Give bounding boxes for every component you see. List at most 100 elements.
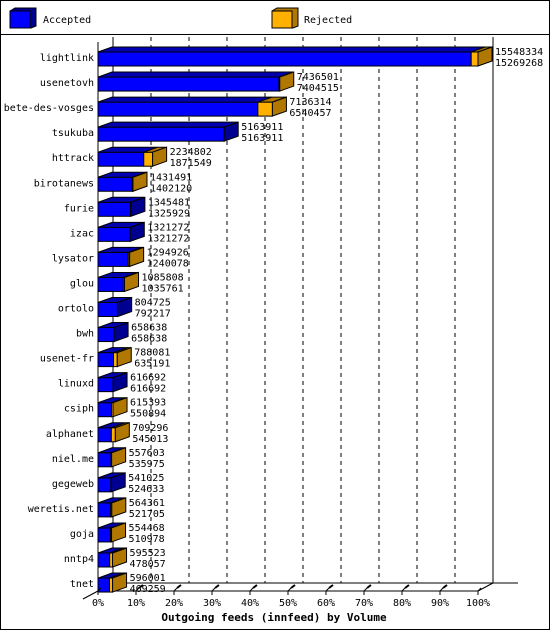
value-label-accepted: 535975 xyxy=(129,459,165,470)
value-label-total: 2234802 xyxy=(170,147,212,158)
bar-accepted-front xyxy=(97,477,112,493)
bar-accepted-top xyxy=(97,71,294,78)
bar-group-tsukuba xyxy=(97,121,239,142)
bar-accepted-front xyxy=(97,126,225,142)
value-label-accepted: 469259 xyxy=(130,584,166,595)
value-label-accepted: 1402120 xyxy=(150,183,192,194)
grid-floor-mark-50 xyxy=(290,584,296,589)
value-label-accepted: 510978 xyxy=(129,534,165,545)
value-label-accepted: 658638 xyxy=(131,334,167,345)
bar-group-alphanet xyxy=(97,422,130,443)
legend-rejected-swatch xyxy=(271,10,293,29)
value-label-total: 1321272 xyxy=(147,222,189,233)
bar-accepted-front xyxy=(97,402,112,418)
bar-group-bwh xyxy=(97,321,129,343)
value-label-accepted: 792217 xyxy=(135,309,171,320)
bar-rejected-front xyxy=(113,352,118,368)
value-label-total: 15548334 xyxy=(495,47,543,58)
category-labels: lightlink usenetovh bete-des-vosges tsukuba… xyxy=(4,53,94,590)
bar-accepted-top xyxy=(97,46,486,53)
bar-group-usenetovh xyxy=(97,71,295,92)
value-label-accepted: 635191 xyxy=(134,359,170,370)
legend-accepted-label: Accepted xyxy=(43,15,91,26)
bar-rejected-front xyxy=(470,51,479,67)
category-label: gegeweb xyxy=(52,479,94,490)
bar-accepted-top xyxy=(97,121,239,128)
value-label-accepted: 1035761 xyxy=(142,283,184,294)
value-label-total: 7136314 xyxy=(289,97,331,108)
tick-label-30: 30% xyxy=(203,598,221,609)
bar-group-lightlink xyxy=(97,46,493,67)
grid-floor-mark-60 xyxy=(328,584,334,589)
value-label-total: 1431491 xyxy=(150,172,192,183)
category-label: tsukuba xyxy=(52,128,94,139)
bar-accepted-front xyxy=(97,201,131,217)
value-label-accepted: 15269268 xyxy=(495,58,543,69)
tick-label-60: 60% xyxy=(317,598,335,609)
tick-label-50: 50% xyxy=(279,598,297,609)
category-label: tnet xyxy=(70,579,94,590)
tick-label-90: 90% xyxy=(431,598,449,609)
grid-floor-mark-70 xyxy=(366,584,372,589)
bar-accepted-front xyxy=(97,352,115,368)
category-label: bete-des-vosges xyxy=(4,103,94,114)
bar-group-ortolo xyxy=(97,296,133,318)
category-label: glou xyxy=(70,278,94,289)
bar-group-nntp4 xyxy=(97,547,128,568)
value-label-total: 658638 xyxy=(131,323,167,334)
category-label: niel.me xyxy=(52,454,94,465)
value-label-accepted: 1321272 xyxy=(147,233,189,244)
tick-label-20: 20% xyxy=(165,598,183,609)
value-label-total: 541025 xyxy=(128,473,164,484)
bar-accepted-front xyxy=(97,176,133,192)
value-label-accepted: 521705 xyxy=(129,509,165,520)
bar-group-lysator xyxy=(97,246,145,268)
bar-accepted-front xyxy=(97,101,259,117)
bar-group-httrack xyxy=(97,146,168,167)
value-label-total: 7436501 xyxy=(297,72,339,83)
category-label: httrack xyxy=(52,153,94,164)
bar-rejected-front xyxy=(110,427,116,443)
grid xyxy=(138,37,456,589)
legend: Accepted Rejected xyxy=(9,7,352,29)
value-label-total: 557603 xyxy=(129,448,165,459)
bar-accepted-front xyxy=(97,251,129,267)
category-label: usenet-fr xyxy=(40,354,94,365)
bar-group-csiph xyxy=(97,396,128,418)
category-label: lysator xyxy=(52,253,94,264)
bar-group-izac xyxy=(97,221,145,243)
grid-floor-mark-20 xyxy=(176,584,182,589)
bar-accepted-front xyxy=(97,452,112,468)
tick-label-40: 40% xyxy=(241,598,259,609)
value-label-accepted: 1871549 xyxy=(170,158,212,169)
bar-group-furie xyxy=(97,196,146,218)
category-label: csiph xyxy=(64,404,94,415)
value-label-total: 1294926 xyxy=(147,247,189,258)
value-label-total: 804725 xyxy=(135,298,171,309)
category-label: linuxd xyxy=(58,379,94,390)
bar-accepted-front xyxy=(97,76,280,92)
value-label-total: 564361 xyxy=(129,498,165,509)
grid-floor-mark-80 xyxy=(404,584,410,589)
category-label: lightlink xyxy=(40,53,94,64)
bar-accepted-front xyxy=(97,427,112,443)
bar-accepted-front xyxy=(97,276,124,292)
legend-accepted: Accepted xyxy=(9,7,91,29)
bar-group-tnet xyxy=(97,572,128,593)
bar-accepted-top xyxy=(97,96,273,103)
category-label: weretis.net xyxy=(28,504,94,515)
value-label-accepted: 478057 xyxy=(130,559,166,570)
category-label: bwh xyxy=(76,329,94,340)
tick-label-10: 10% xyxy=(127,598,145,609)
legend-accepted-swatch xyxy=(9,10,31,29)
bar-accepted-front xyxy=(97,51,472,67)
tick-label-100: 100% xyxy=(466,598,490,609)
bar-group-usenet-fr xyxy=(97,346,132,368)
value-label-total: 1345481 xyxy=(148,197,190,208)
bar-chart: Accepted Rejected lightlink usenetovh bete… xyxy=(4,7,543,624)
grid-floor-mark-90 xyxy=(442,584,448,589)
bar-group-weretis.net xyxy=(97,497,127,518)
value-label-accepted: 6540457 xyxy=(289,108,331,119)
grid-floor-mark-40 xyxy=(252,584,258,589)
value-label-total: 709296 xyxy=(132,423,168,434)
